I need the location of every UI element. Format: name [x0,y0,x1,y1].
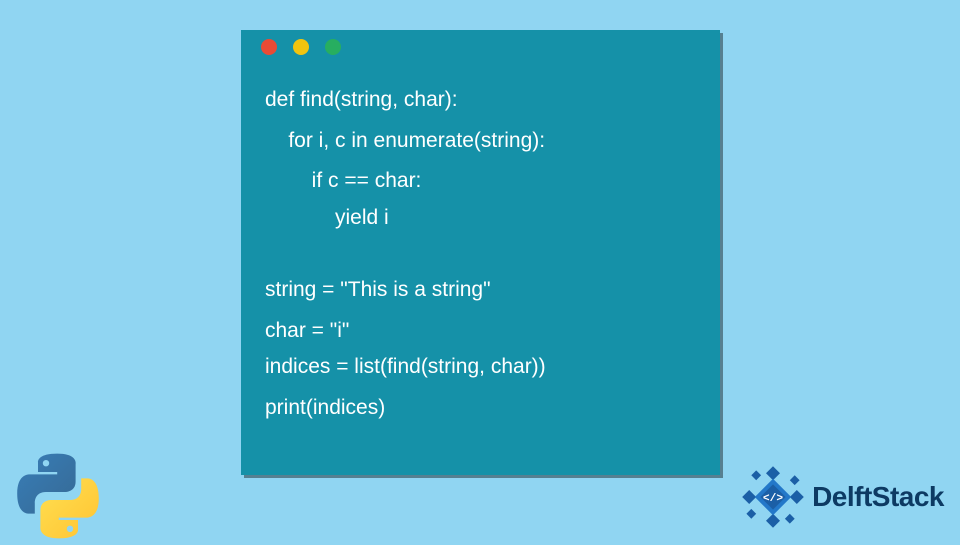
maximize-icon [325,39,341,55]
close-icon [261,39,277,55]
minimize-icon [293,39,309,55]
code-line: def find(string, char): [265,84,696,117]
code-line: for i, c in enumerate(string): [265,125,696,158]
brand-name: DelftStack [812,481,944,513]
code-body: def find(string, char): for i, c in enum… [241,64,720,424]
code-line: print(indices) [265,392,696,425]
code-line: yield i [265,202,696,235]
code-line: string = "This is a string" [265,274,696,307]
code-line: indices = list(find(string, char)) [265,351,696,384]
svg-text:</>: </> [763,493,783,505]
code-line: if c == char: [265,165,696,198]
code-window: def find(string, char): for i, c in enum… [241,30,720,475]
python-logo-icon [14,452,102,540]
delftstack-badge-icon: </> [738,462,808,532]
delftstack-logo: </> DelftStack [738,462,944,532]
window-titlebar [241,30,720,64]
code-line: char = "i" [265,315,696,348]
blank-line [265,242,696,274]
